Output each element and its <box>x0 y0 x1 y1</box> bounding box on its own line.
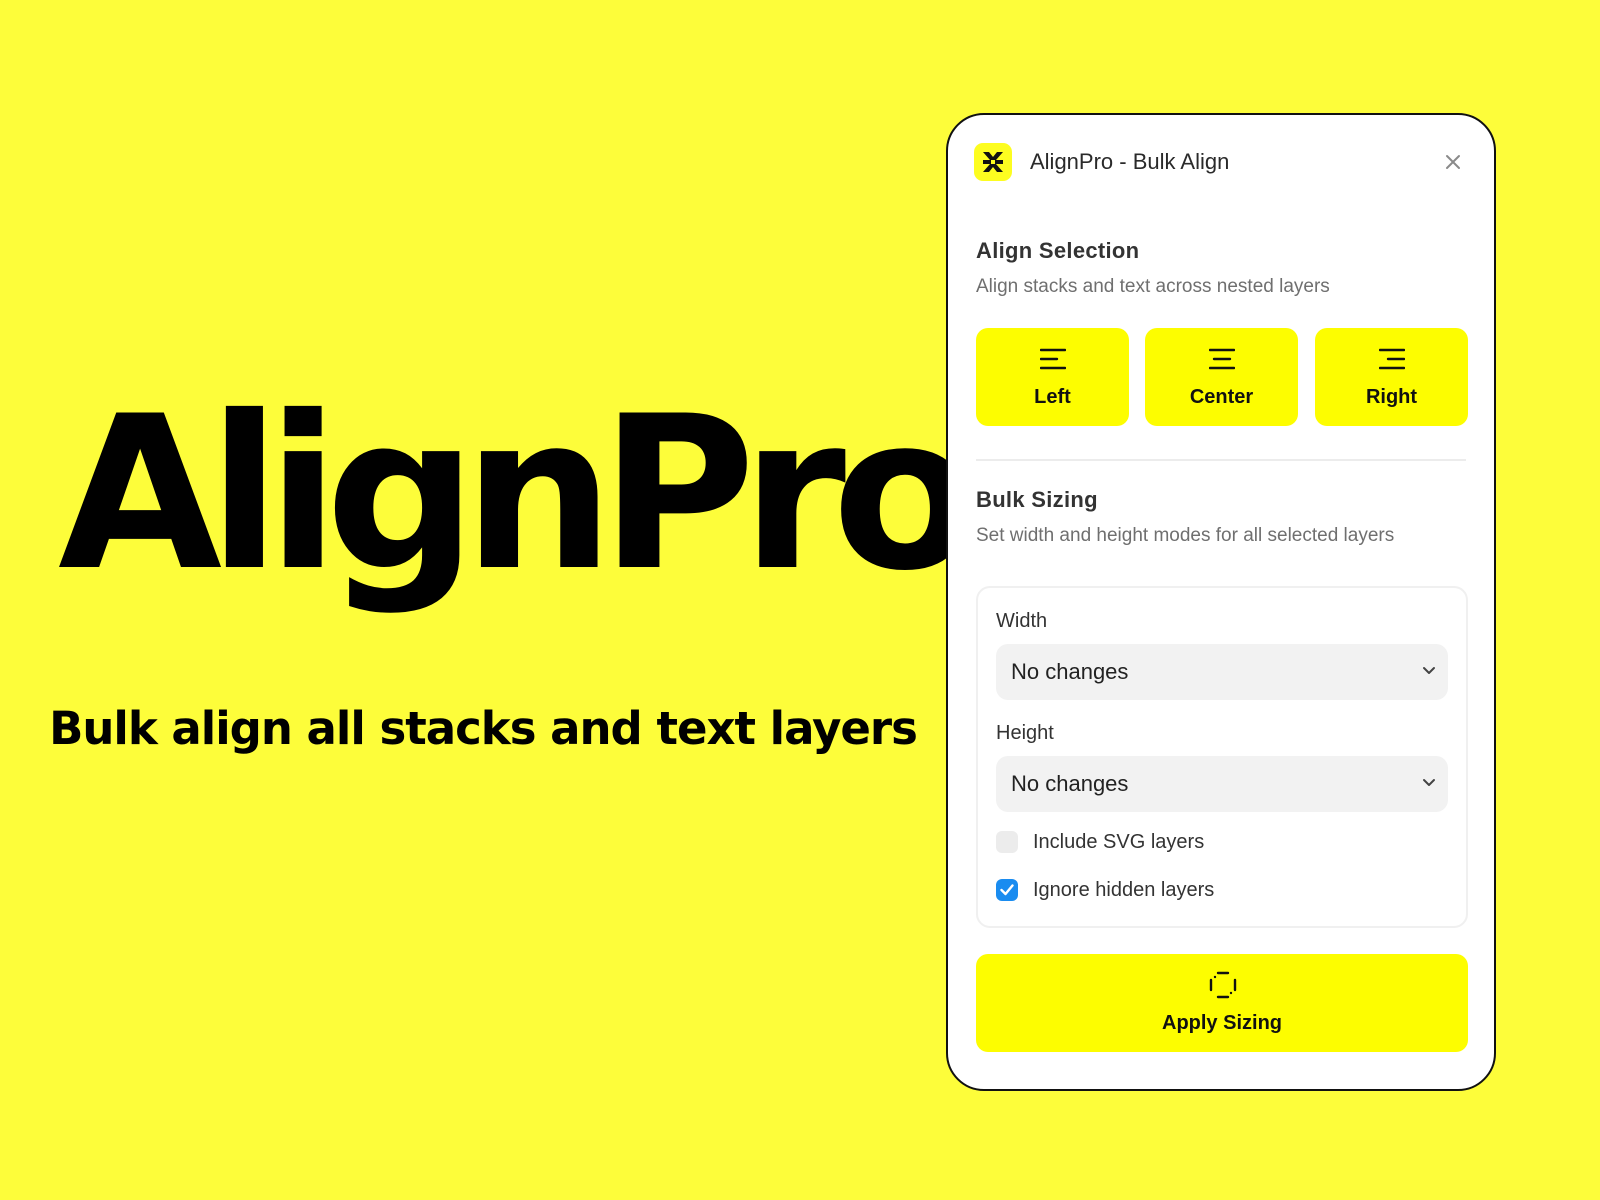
height-select[interactable]: No changes <box>996 756 1448 812</box>
include-svg-label: Include SVG layers <box>1033 831 1205 853</box>
checkmark-icon <box>1000 884 1014 896</box>
hero-subtitle: Bulk align all stacks and text layers <box>49 702 918 755</box>
sizing-section-title: Bulk Sizing <box>976 487 1098 512</box>
width-label: Width <box>996 610 1048 632</box>
section-divider <box>976 459 1466 461</box>
sizing-options-card: Width No changes Height No changes Inclu… <box>976 586 1468 928</box>
alignpro-logo-icon <box>974 143 1012 181</box>
panel-title: AlignPro - Bulk Align <box>1030 149 1230 174</box>
sizing-section-description: Set width and height modes for all selec… <box>976 525 1395 546</box>
height-label: Height <box>996 722 1054 744</box>
include-svg-checkbox[interactable] <box>996 831 1018 853</box>
align-left-button[interactable]: Left <box>976 328 1129 426</box>
align-section-title: Align Selection <box>976 238 1140 263</box>
align-section-description: Align stacks and text across nested laye… <box>976 276 1330 297</box>
align-left-label: Left <box>1034 386 1071 408</box>
plugin-panel: AlignPro - Bulk Align Align Selection Al… <box>946 113 1496 1091</box>
ignore-hidden-label: Ignore hidden layers <box>1033 879 1215 901</box>
chevron-down-icon <box>1423 779 1435 786</box>
width-select-value: No changes <box>1011 659 1129 684</box>
align-right-label: Right <box>1365 386 1418 408</box>
align-center-button[interactable]: Center <box>1145 328 1298 426</box>
align-right-icon <box>1379 348 1405 370</box>
align-right-button[interactable]: Right <box>1315 328 1468 426</box>
align-center-icon <box>1209 348 1235 370</box>
chevron-down-icon <box>1423 667 1435 674</box>
hero-title: AlignPro <box>58 370 978 617</box>
align-center-label: Center <box>1189 386 1254 408</box>
height-select-value: No changes <box>1011 771 1129 796</box>
width-select[interactable]: No changes <box>996 644 1448 700</box>
resize-frame-icon <box>1209 971 1237 999</box>
close-button[interactable] <box>1438 147 1468 177</box>
ignore-hidden-checkbox[interactable] <box>996 879 1018 901</box>
align-left-icon <box>1040 348 1066 370</box>
apply-sizing-label: Apply Sizing <box>1162 1012 1282 1034</box>
close-icon <box>1446 155 1460 169</box>
apply-sizing-button[interactable]: Apply Sizing <box>976 954 1468 1052</box>
panel-header: AlignPro - Bulk Align <box>974 143 1468 183</box>
